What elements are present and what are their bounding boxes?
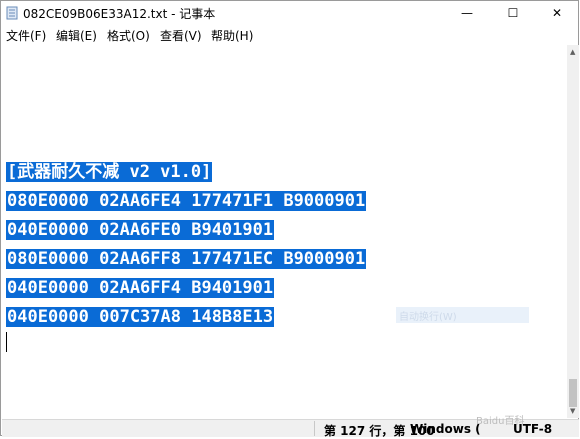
notepad-icon: [6, 6, 18, 20]
scrollbar-thumb[interactable]: [569, 379, 577, 407]
window-title: 082CE09B06E33A12.txt - 记事本: [23, 7, 216, 21]
selected-text: 040E0000 02AA6FE0 B9401901: [6, 220, 275, 240]
menu-bar: 文件(F) 编辑(E) 格式(O) 查看(V) 帮助(H): [1, 25, 578, 44]
minimize-icon: —: [461, 6, 473, 20]
text-line: 040E0000 02AA6FE0 B9401901: [6, 219, 366, 248]
text-caret: [6, 332, 7, 352]
minimize-button[interactable]: —: [444, 1, 490, 25]
title-bar[interactable]: 082CE09B06E33A12.txt - 记事本 — ☐ ✕: [1, 1, 578, 25]
notepad-window: 082CE09B06E33A12.txt - 记事本 — ☐ ✕ 文件(F) 编…: [0, 0, 579, 438]
menu-file[interactable]: 文件(F): [6, 27, 46, 44]
status-line-ending: Windows (: [410, 422, 481, 436]
text-line: 080E0000 02AA6FE4 177471F1 B9000901: [6, 190, 367, 219]
watermark: Baidu百科: [476, 416, 525, 427]
selected-text: 080E0000 02AA6FE4 177471F1 B9000901: [6, 191, 367, 211]
selected-text: 080E0000 02AA6FF8 177471EC B9000901: [6, 249, 367, 269]
maximize-button[interactable]: ☐: [490, 1, 536, 25]
close-icon: ✕: [551, 6, 563, 20]
ghost-text: 自动换行(W): [399, 312, 457, 323]
scroll-up-icon[interactable]: ▲: [570, 48, 575, 56]
menu-edit[interactable]: 编辑(E): [56, 27, 97, 44]
menu-help[interactable]: 帮助(H): [211, 27, 253, 44]
selected-text: 040E0000 007C37A8 148B8E13: [6, 307, 275, 327]
text-line: 080E0000 02AA6FF8 177471EC B9000901: [6, 248, 367, 277]
text-line: 040E0000 007C37A8 148B8E13: [6, 306, 366, 335]
vertical-scrollbar[interactable]: ▲ ▼: [567, 45, 579, 418]
ghost-tooltip: 自动换行(W): [396, 307, 529, 323]
menu-format[interactable]: 格式(O): [107, 27, 150, 44]
text-line: [武器耐久不减 v2 v1.0]: [6, 161, 366, 190]
selected-text: 040E0000 02AA6FF4 B9401901: [6, 278, 275, 298]
close-button[interactable]: ✕: [534, 1, 580, 25]
text-line: 040E0000 02AA6FF4 B9401901: [6, 277, 366, 306]
status-divider: [314, 421, 315, 436]
text-editor[interactable]: 自动换行(W) [武器耐久不减 v2 v1.0] 080E0000 02AA6F…: [2, 45, 567, 418]
scroll-down-icon[interactable]: ▼: [570, 407, 575, 415]
document-text[interactable]: [武器耐久不减 v2 v1.0] 080E0000 02AA6FE4 17747…: [6, 161, 367, 335]
menu-view[interactable]: 查看(V): [160, 27, 202, 44]
maximize-icon: ☐: [507, 6, 519, 20]
selected-text: [武器耐久不减 v2 v1.0]: [6, 162, 213, 182]
